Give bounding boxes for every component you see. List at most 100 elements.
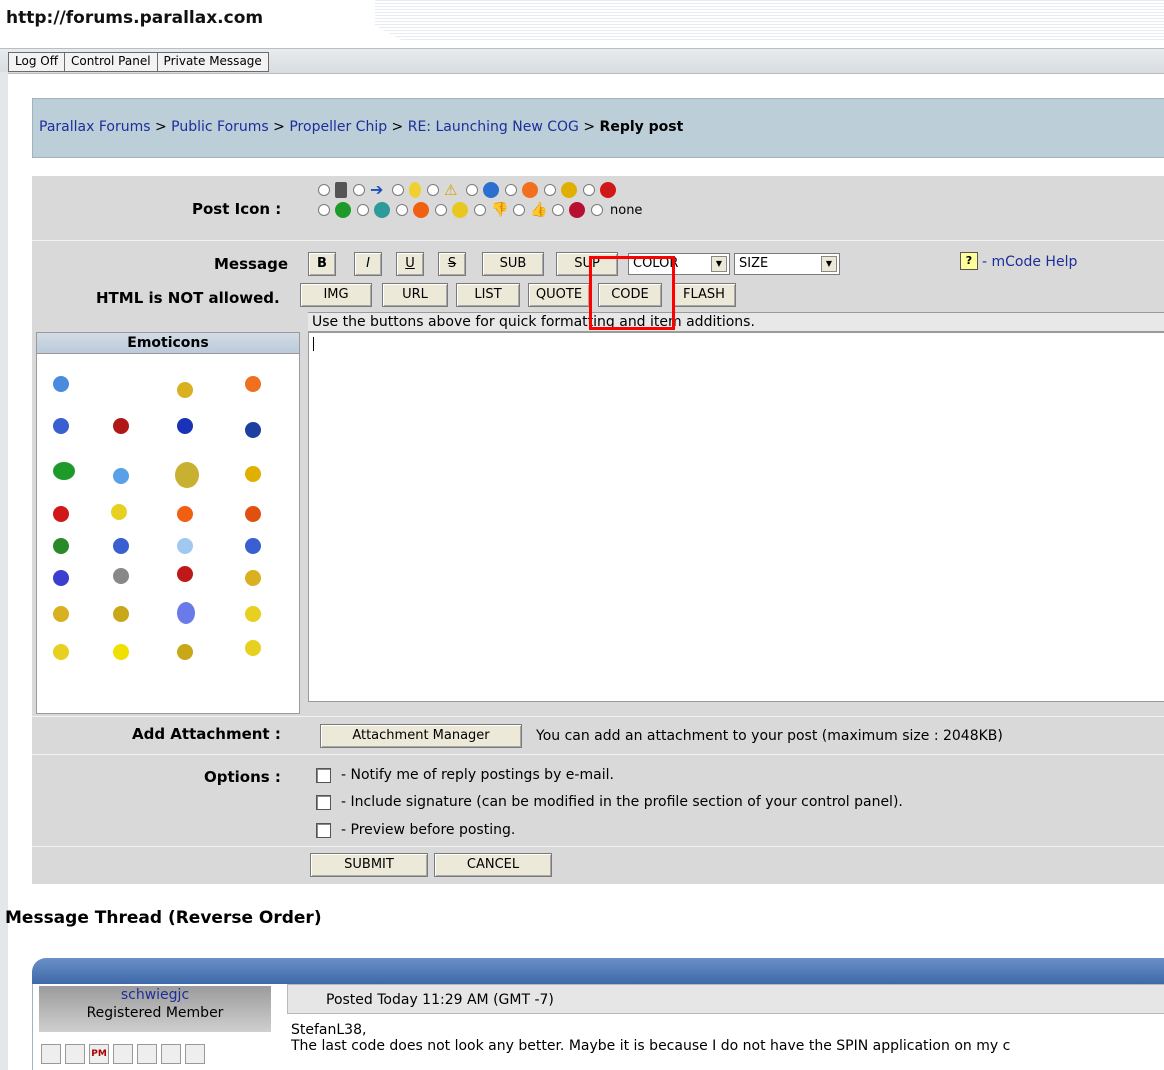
profile-icon[interactable]	[41, 1044, 61, 1064]
grin-emoticon[interactable]	[245, 466, 261, 482]
url-button[interactable]: URL	[382, 283, 448, 307]
sick-emoticon[interactable]	[53, 538, 69, 554]
preview-checkbox[interactable]	[316, 822, 331, 838]
chevron-down-icon[interactable]: ▼	[711, 256, 727, 272]
bold-button[interactable]: B	[308, 252, 336, 276]
happy-emoticon[interactable]	[245, 570, 261, 586]
shocked-emoticon[interactable]	[177, 506, 193, 522]
author-name[interactable]: schwiegjc	[39, 986, 271, 1004]
subscript-button[interactable]: SUB	[482, 252, 544, 276]
signature-label: - Include signature (can be modified in …	[341, 794, 903, 810]
post-icon-radio[interactable]	[357, 204, 369, 216]
post-icon-radio[interactable]	[583, 184, 595, 196]
tongue-emoticon[interactable]	[53, 644, 69, 660]
teeth-emoticon[interactable]	[113, 606, 129, 622]
mcode-help-link[interactable]: - mCode Help	[982, 254, 1077, 270]
code-button[interactable]: CODE	[598, 283, 662, 307]
list-button[interactable]: LIST	[456, 283, 520, 307]
breadcrumb-public-forums[interactable]: Public Forums	[171, 119, 269, 135]
pacman-emoticon[interactable]	[113, 644, 129, 660]
post-icon-radio[interactable]	[513, 204, 525, 216]
post-icon-radio[interactable]	[396, 204, 408, 216]
blush-emoticon[interactable]	[245, 506, 261, 522]
strikethrough-button[interactable]: S	[438, 252, 466, 276]
option-signature: - Include signature (can be modified in …	[316, 794, 903, 810]
breadcrumb-separator: >	[583, 119, 596, 135]
skull-emoticon[interactable]	[113, 568, 129, 584]
attachment-manager-button[interactable]: Attachment Manager	[320, 724, 522, 748]
private-message-link[interactable]: Private Message	[158, 53, 268, 71]
log-off-link[interactable]: Log Off	[9, 53, 65, 71]
devil-emoticon[interactable]	[113, 418, 129, 434]
color-select[interactable]: COLOR ▼	[628, 253, 730, 275]
cool-smiley-icon	[522, 182, 538, 198]
yahoo-icon[interactable]	[161, 1044, 181, 1064]
cool-emoticon[interactable]	[245, 376, 261, 392]
wink-emoticon[interactable]	[177, 418, 193, 434]
underline-button[interactable]: U	[396, 252, 424, 276]
breadcrumb-propeller-chip[interactable]: Propeller Chip	[289, 119, 387, 135]
chevron-down-icon[interactable]: ▼	[821, 256, 837, 272]
control-panel-link[interactable]: Control Panel	[65, 53, 158, 71]
smile-emoticon[interactable]	[53, 376, 69, 392]
laugh-emoticon[interactable]	[53, 606, 69, 622]
submit-button[interactable]: SUBMIT	[310, 853, 428, 877]
flash-button[interactable]: FLASH	[672, 283, 736, 307]
superscript-button[interactable]: SUP	[556, 252, 618, 276]
neutral-emoticon[interactable]	[177, 644, 193, 660]
angry-emoticon[interactable]	[53, 506, 69, 522]
emoticons-header: Emoticons	[37, 333, 299, 354]
alien-emoticon[interactable]	[175, 462, 199, 488]
post-icon-radio-none[interactable]	[591, 204, 603, 216]
breadcrumb-parallax-forums[interactable]: Parallax Forums	[39, 119, 151, 135]
surprised-emoticon[interactable]	[53, 570, 69, 586]
italic-button[interactable]: I	[354, 252, 382, 276]
scared-emoticon[interactable]	[245, 422, 261, 438]
question-icon	[483, 182, 499, 198]
confused-emoticon[interactable]	[177, 382, 193, 398]
signature-checkbox[interactable]	[316, 794, 331, 810]
help-icon[interactable]: ?	[960, 252, 978, 270]
preview-label: - Preview before posting.	[341, 822, 516, 838]
sunglasses-emoticon[interactable]	[177, 538, 193, 554]
aim-icon[interactable]	[137, 1044, 157, 1064]
option-notify: - Notify me of reply postings by e-mail.	[316, 767, 614, 783]
message-textarea[interactable]	[308, 332, 1164, 702]
top-menu: Log Off Control Panel Private Message	[8, 52, 269, 72]
post-icon-radio[interactable]	[544, 184, 556, 196]
post-icon-radio[interactable]	[466, 184, 478, 196]
msn-icon[interactable]	[185, 1044, 205, 1064]
clown-emoticon[interactable]	[177, 566, 193, 582]
post-icon-radio[interactable]	[474, 204, 486, 216]
breadcrumb-current: Reply post	[599, 119, 684, 135]
post-icon-radio[interactable]	[552, 204, 564, 216]
notify-checkbox[interactable]	[316, 767, 331, 783]
breadcrumb-separator: >	[273, 119, 285, 135]
site-url[interactable]: http://forums.parallax.com	[6, 8, 263, 28]
email-icon[interactable]	[113, 1044, 133, 1064]
homepage-icon[interactable]	[65, 1044, 85, 1064]
smurf-emoticon[interactable]	[177, 602, 195, 624]
pm-icon[interactable]: PM	[89, 1044, 109, 1064]
waving-emoticon[interactable]	[245, 640, 261, 656]
breadcrumb-thread[interactable]: RE: Launching New COG	[408, 119, 579, 135]
quote-button[interactable]: QUOTE	[528, 283, 590, 307]
warning-icon: ⚠	[444, 181, 458, 199]
frown-emoticon[interactable]	[245, 538, 261, 554]
joy-emoticon[interactable]	[245, 606, 261, 622]
thinking-emoticon[interactable]	[111, 504, 127, 520]
post-icon-radio[interactable]	[353, 184, 365, 196]
size-select[interactable]: SIZE ▼	[734, 253, 840, 275]
post-icon-radio[interactable]	[318, 204, 330, 216]
post-icon-radio[interactable]	[505, 184, 517, 196]
post-icon-radio[interactable]	[435, 204, 447, 216]
sad-emoticon[interactable]	[53, 418, 69, 434]
post-icon-radio[interactable]	[318, 184, 330, 196]
cancel-button[interactable]: CANCEL	[434, 853, 552, 877]
frog-emoticon[interactable]	[53, 462, 75, 480]
post-icon-radio[interactable]	[392, 184, 404, 196]
img-button[interactable]: IMG	[300, 283, 372, 307]
crying-emoticon[interactable]	[113, 538, 129, 554]
post-icon-radio[interactable]	[427, 184, 439, 196]
idea-emoticon[interactable]	[113, 468, 129, 484]
